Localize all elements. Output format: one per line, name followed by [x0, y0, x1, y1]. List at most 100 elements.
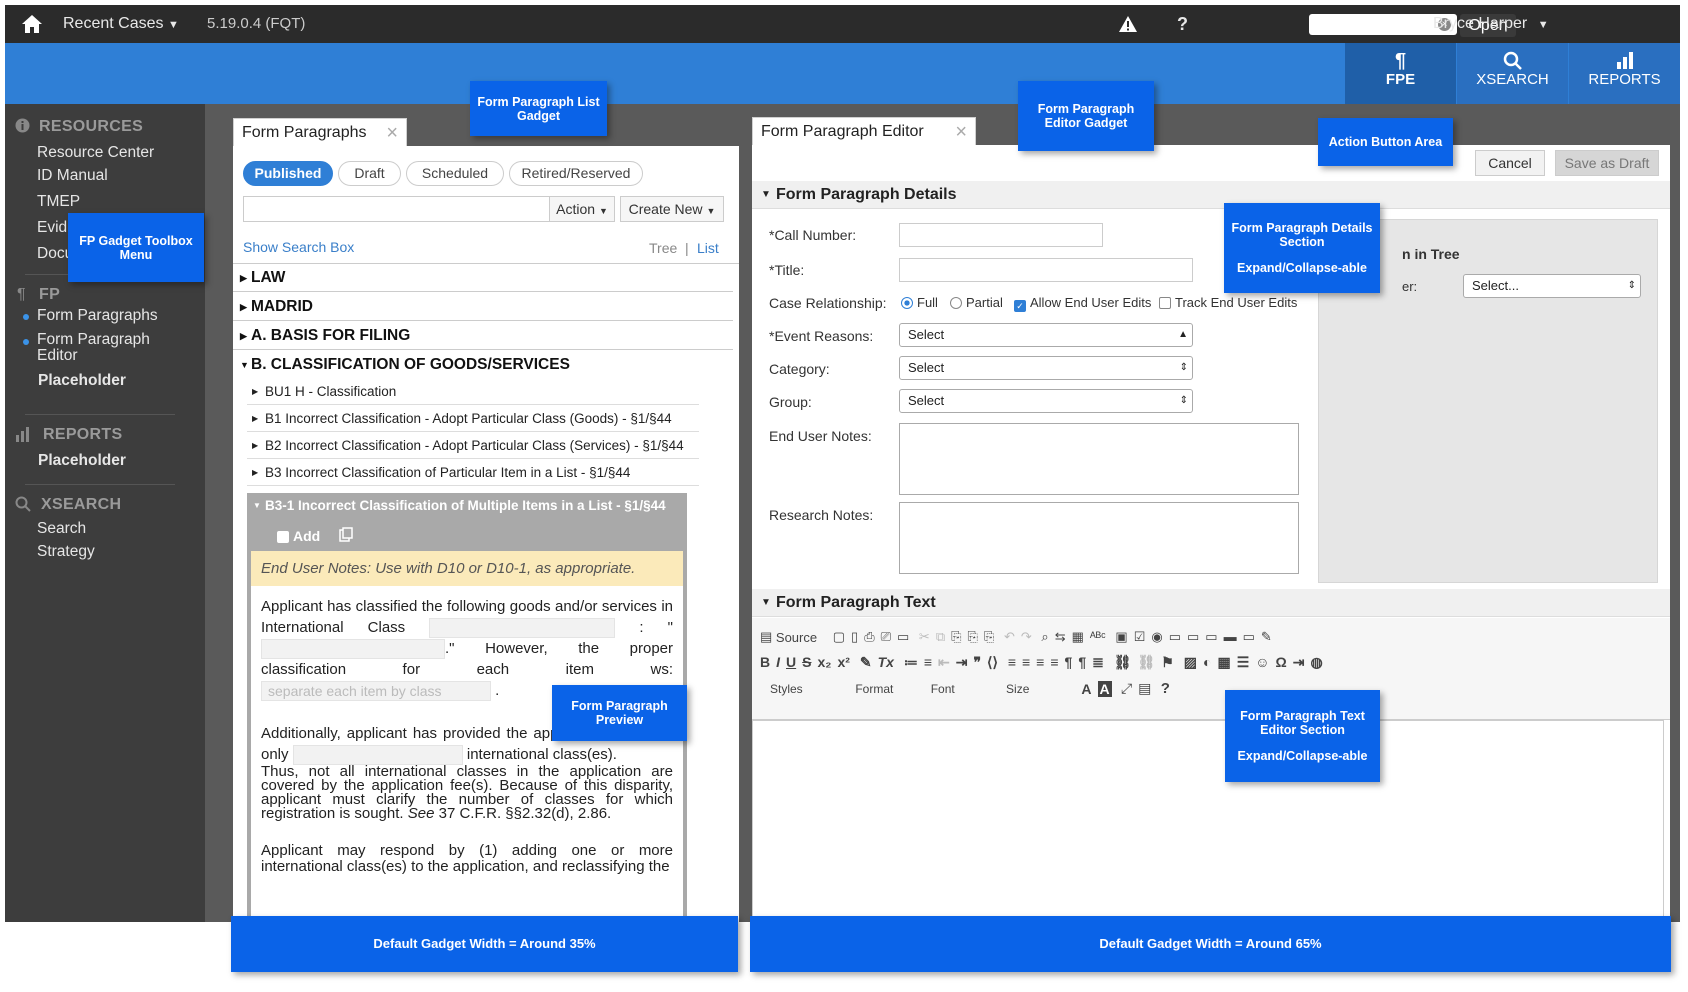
sidebar-item-resource-center[interactable]: Resource Center: [37, 144, 154, 162]
save-icon[interactable]: ▢: [833, 629, 845, 645]
filter-scheduled[interactable]: Scheduled: [406, 161, 504, 186]
tab-form-paragraph-editor[interactable]: Form Paragraph Editor ×: [752, 117, 976, 145]
bg-color-icon[interactable]: A: [1097, 680, 1112, 697]
tree-node-classification[interactable]: ▼ B. CLASSIFICATION OF GOODS/SERVICES: [233, 351, 733, 379]
filter-draft[interactable]: Draft: [338, 161, 401, 186]
partial-radio[interactable]: Partial: [950, 295, 1003, 310]
subscript-icon[interactable]: x₂: [817, 654, 831, 670]
table-icon[interactable]: ▦: [1217, 654, 1230, 671]
image-icon[interactable]: ▨: [1184, 654, 1197, 671]
italic-icon[interactable]: I: [776, 654, 780, 670]
form-icon[interactable]: ▣: [1115, 629, 1127, 645]
show-search-box-link[interactable]: Show Search Box: [243, 239, 354, 255]
numbered-list-icon[interactable]: ≔: [904, 654, 918, 671]
div-icon[interactable]: ⟨⟩: [987, 654, 998, 671]
align-left-icon[interactable]: ≡: [1008, 654, 1016, 670]
find-icon[interactable]: ⌕: [1041, 629, 1048, 645]
textfield-icon[interactable]: ▭: [1169, 629, 1181, 645]
rich-text-editor-area[interactable]: [752, 720, 1664, 920]
list-view-link[interactable]: List: [697, 240, 719, 256]
anchor-icon[interactable]: ⚑: [1161, 654, 1174, 671]
close-icon[interactable]: ×: [955, 118, 967, 146]
goods-input[interactable]: [261, 639, 445, 660]
rtl-icon[interactable]: ¶: [1078, 654, 1086, 670]
styles-dropdown[interactable]: Styles: [770, 681, 832, 696]
event-reasons-select[interactable]: Select ▲: [899, 323, 1193, 347]
classification-input[interactable]: separate each item by class: [261, 681, 491, 702]
nav-xsearch[interactable]: XSEARCH: [1457, 43, 1568, 104]
details-section-header[interactable]: ▼ Form Paragraph Details: [752, 181, 1670, 209]
copy-icon[interactable]: ⧉: [936, 629, 945, 645]
full-radio[interactable]: Full: [901, 295, 938, 310]
new-page-icon[interactable]: ▯: [851, 629, 858, 645]
warning-icon[interactable]: [1118, 5, 1138, 43]
smiley-icon[interactable]: ☺: [1255, 654, 1269, 670]
track-edits-checkbox[interactable]: Track End User Edits: [1159, 295, 1297, 310]
call-number-input[interactable]: [899, 223, 1103, 247]
tree-leaf[interactable]: ▶ B2 Incorrect Classification - Adopt Par…: [247, 433, 699, 459]
preview-icon[interactable]: ⎙: [864, 629, 874, 645]
redo-icon[interactable]: ↷: [1021, 629, 1032, 645]
tab-form-paragraphs[interactable]: Form Paragraphs ×: [233, 118, 407, 146]
tree-leaf[interactable]: ▶ B3 Incorrect Classification of Particul…: [247, 460, 699, 486]
format-dropdown[interactable]: Format: [855, 681, 921, 696]
cancel-button[interactable]: Cancel: [1475, 150, 1545, 176]
sidebar-item-placeholder[interactable]: Placeholder: [38, 372, 126, 390]
image-button-icon[interactable]: ▭: [1243, 629, 1255, 645]
save-as-draft-button[interactable]: Save as Draft: [1555, 150, 1659, 176]
title-input[interactable]: [899, 258, 1193, 282]
category-select[interactable]: Select ⇕: [899, 356, 1193, 380]
hidden-field-icon[interactable]: ✎: [1261, 629, 1272, 645]
tree-node-law[interactable]: ▶ LAW: [233, 264, 733, 292]
paste-text-icon[interactable]: ⎘: [968, 629, 978, 645]
horizontal-line-icon[interactable]: ☰: [1237, 654, 1250, 671]
page-break-icon[interactable]: ⇥: [1293, 654, 1305, 671]
add-checkbox[interactable]: Add: [277, 528, 320, 544]
nav-reports[interactable]: REPORTS: [1569, 43, 1680, 104]
close-icon[interactable]: ×: [386, 119, 398, 147]
sidebar-item-strategy[interactable]: Strategy: [37, 543, 95, 561]
superscript-icon[interactable]: x²: [838, 654, 850, 670]
tree-leaf-selected[interactable]: ▼ B3-1 Incorrect Classification of Multip…: [247, 493, 687, 519]
print-icon[interactable]: ⎚: [881, 629, 891, 645]
recent-cases-menu[interactable]: Recent Cases ▼: [63, 5, 179, 43]
checkbox-icon[interactable]: ☑: [1134, 629, 1146, 645]
home-icon[interactable]: [21, 5, 45, 43]
filter-retired-reserved[interactable]: Retired/Reserved: [509, 161, 643, 186]
help-icon[interactable]: ?: [1177, 5, 1188, 43]
user-menu[interactable]: Bryce Harper ▼: [1433, 5, 1549, 43]
action-dropdown[interactable]: Action ▼: [549, 196, 615, 222]
spellcheck-icon[interactable]: ᴬᴮᶜ: [1090, 629, 1106, 644]
tree-view-link[interactable]: Tree: [649, 240, 677, 256]
bulleted-list-icon[interactable]: ≡: [924, 654, 932, 670]
tree-node-basis-for-filing[interactable]: ▶ A. BASIS FOR FILING: [233, 322, 733, 350]
sidebar-item-form-paragraph-editor[interactable]: Form Paragraph Editor: [37, 332, 167, 364]
text-color-icon[interactable]: A: [1081, 681, 1091, 697]
align-center-icon[interactable]: ≡: [1022, 654, 1030, 670]
maximize-icon[interactable]: ⤢: [1121, 680, 1132, 697]
blockquote-icon[interactable]: ❞: [973, 654, 981, 671]
iframe-icon[interactable]: ◍: [1311, 654, 1323, 671]
group-select[interactable]: Select ⇕: [899, 389, 1193, 413]
font-dropdown[interactable]: Font: [931, 681, 997, 696]
sidebar-item-reports-placeholder[interactable]: Placeholder: [38, 452, 126, 470]
language-icon[interactable]: ≣: [1092, 654, 1104, 671]
paste-icon[interactable]: ⎘: [951, 629, 961, 645]
select-icon[interactable]: ▭: [1205, 629, 1217, 645]
sidebar-item-evidence[interactable]: Evid: [37, 219, 67, 237]
special-char-icon[interactable]: Ω: [1276, 654, 1287, 670]
link-icon[interactable]: ⛓: [1114, 654, 1132, 671]
unlink-icon[interactable]: ⛓: [1138, 654, 1156, 671]
bold-icon[interactable]: B: [760, 654, 770, 670]
sidebar-item-search[interactable]: Search: [37, 520, 86, 538]
textarea-icon[interactable]: ▭: [1187, 629, 1199, 645]
class-input[interactable]: [429, 618, 616, 639]
cut-icon[interactable]: ✂: [919, 629, 930, 645]
parent-select[interactable]: Select... ⇕: [1463, 274, 1641, 298]
sidebar-item-form-paragraphs[interactable]: Form Paragraphs: [37, 307, 158, 325]
fee-count-input[interactable]: [292, 745, 463, 766]
end-user-notes-textarea[interactable]: [899, 423, 1299, 495]
show-blocks-icon[interactable]: ▤: [1138, 680, 1151, 697]
replace-icon[interactable]: ⇆: [1055, 629, 1066, 645]
size-dropdown[interactable]: Size: [1006, 681, 1072, 696]
